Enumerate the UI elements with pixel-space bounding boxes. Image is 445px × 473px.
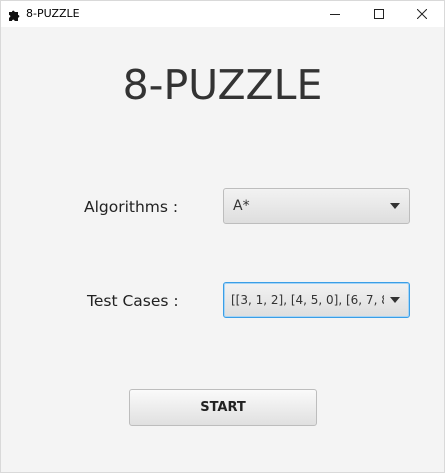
page-title: 8-PUZZLE bbox=[122, 61, 323, 109]
close-icon bbox=[417, 9, 427, 19]
minimize-icon bbox=[330, 14, 340, 15]
puzzle-piece-icon bbox=[8, 7, 22, 21]
minimize-button[interactable] bbox=[313, 1, 357, 27]
maximize-icon bbox=[374, 9, 384, 19]
algorithms-label: Algorithms : bbox=[84, 198, 179, 216]
test-cases-selected-value: [[3, 1, 2], [4, 5, 0], [6, 7, 8]] bbox=[231, 293, 384, 307]
title-bar: 8-PUZZLE bbox=[1, 1, 444, 27]
chevron-down-icon bbox=[384, 189, 406, 223]
start-button[interactable]: START bbox=[129, 389, 317, 426]
chevron-down-icon bbox=[384, 283, 406, 317]
test-cases-label: Test Cases : bbox=[87, 292, 179, 310]
algorithms-selected-value: A* bbox=[233, 198, 250, 214]
close-button[interactable] bbox=[400, 1, 444, 27]
app-window: 8-PUZZLE 8-PUZZLE Algorithms : A* Test C… bbox=[0, 0, 445, 473]
window-title: 8-PUZZLE bbox=[26, 7, 80, 20]
algorithms-dropdown[interactable]: A* bbox=[223, 188, 410, 224]
test-cases-dropdown[interactable]: [[3, 1, 2], [4, 5, 0], [6, 7, 8]] bbox=[223, 282, 410, 318]
maximize-button[interactable] bbox=[357, 1, 401, 27]
